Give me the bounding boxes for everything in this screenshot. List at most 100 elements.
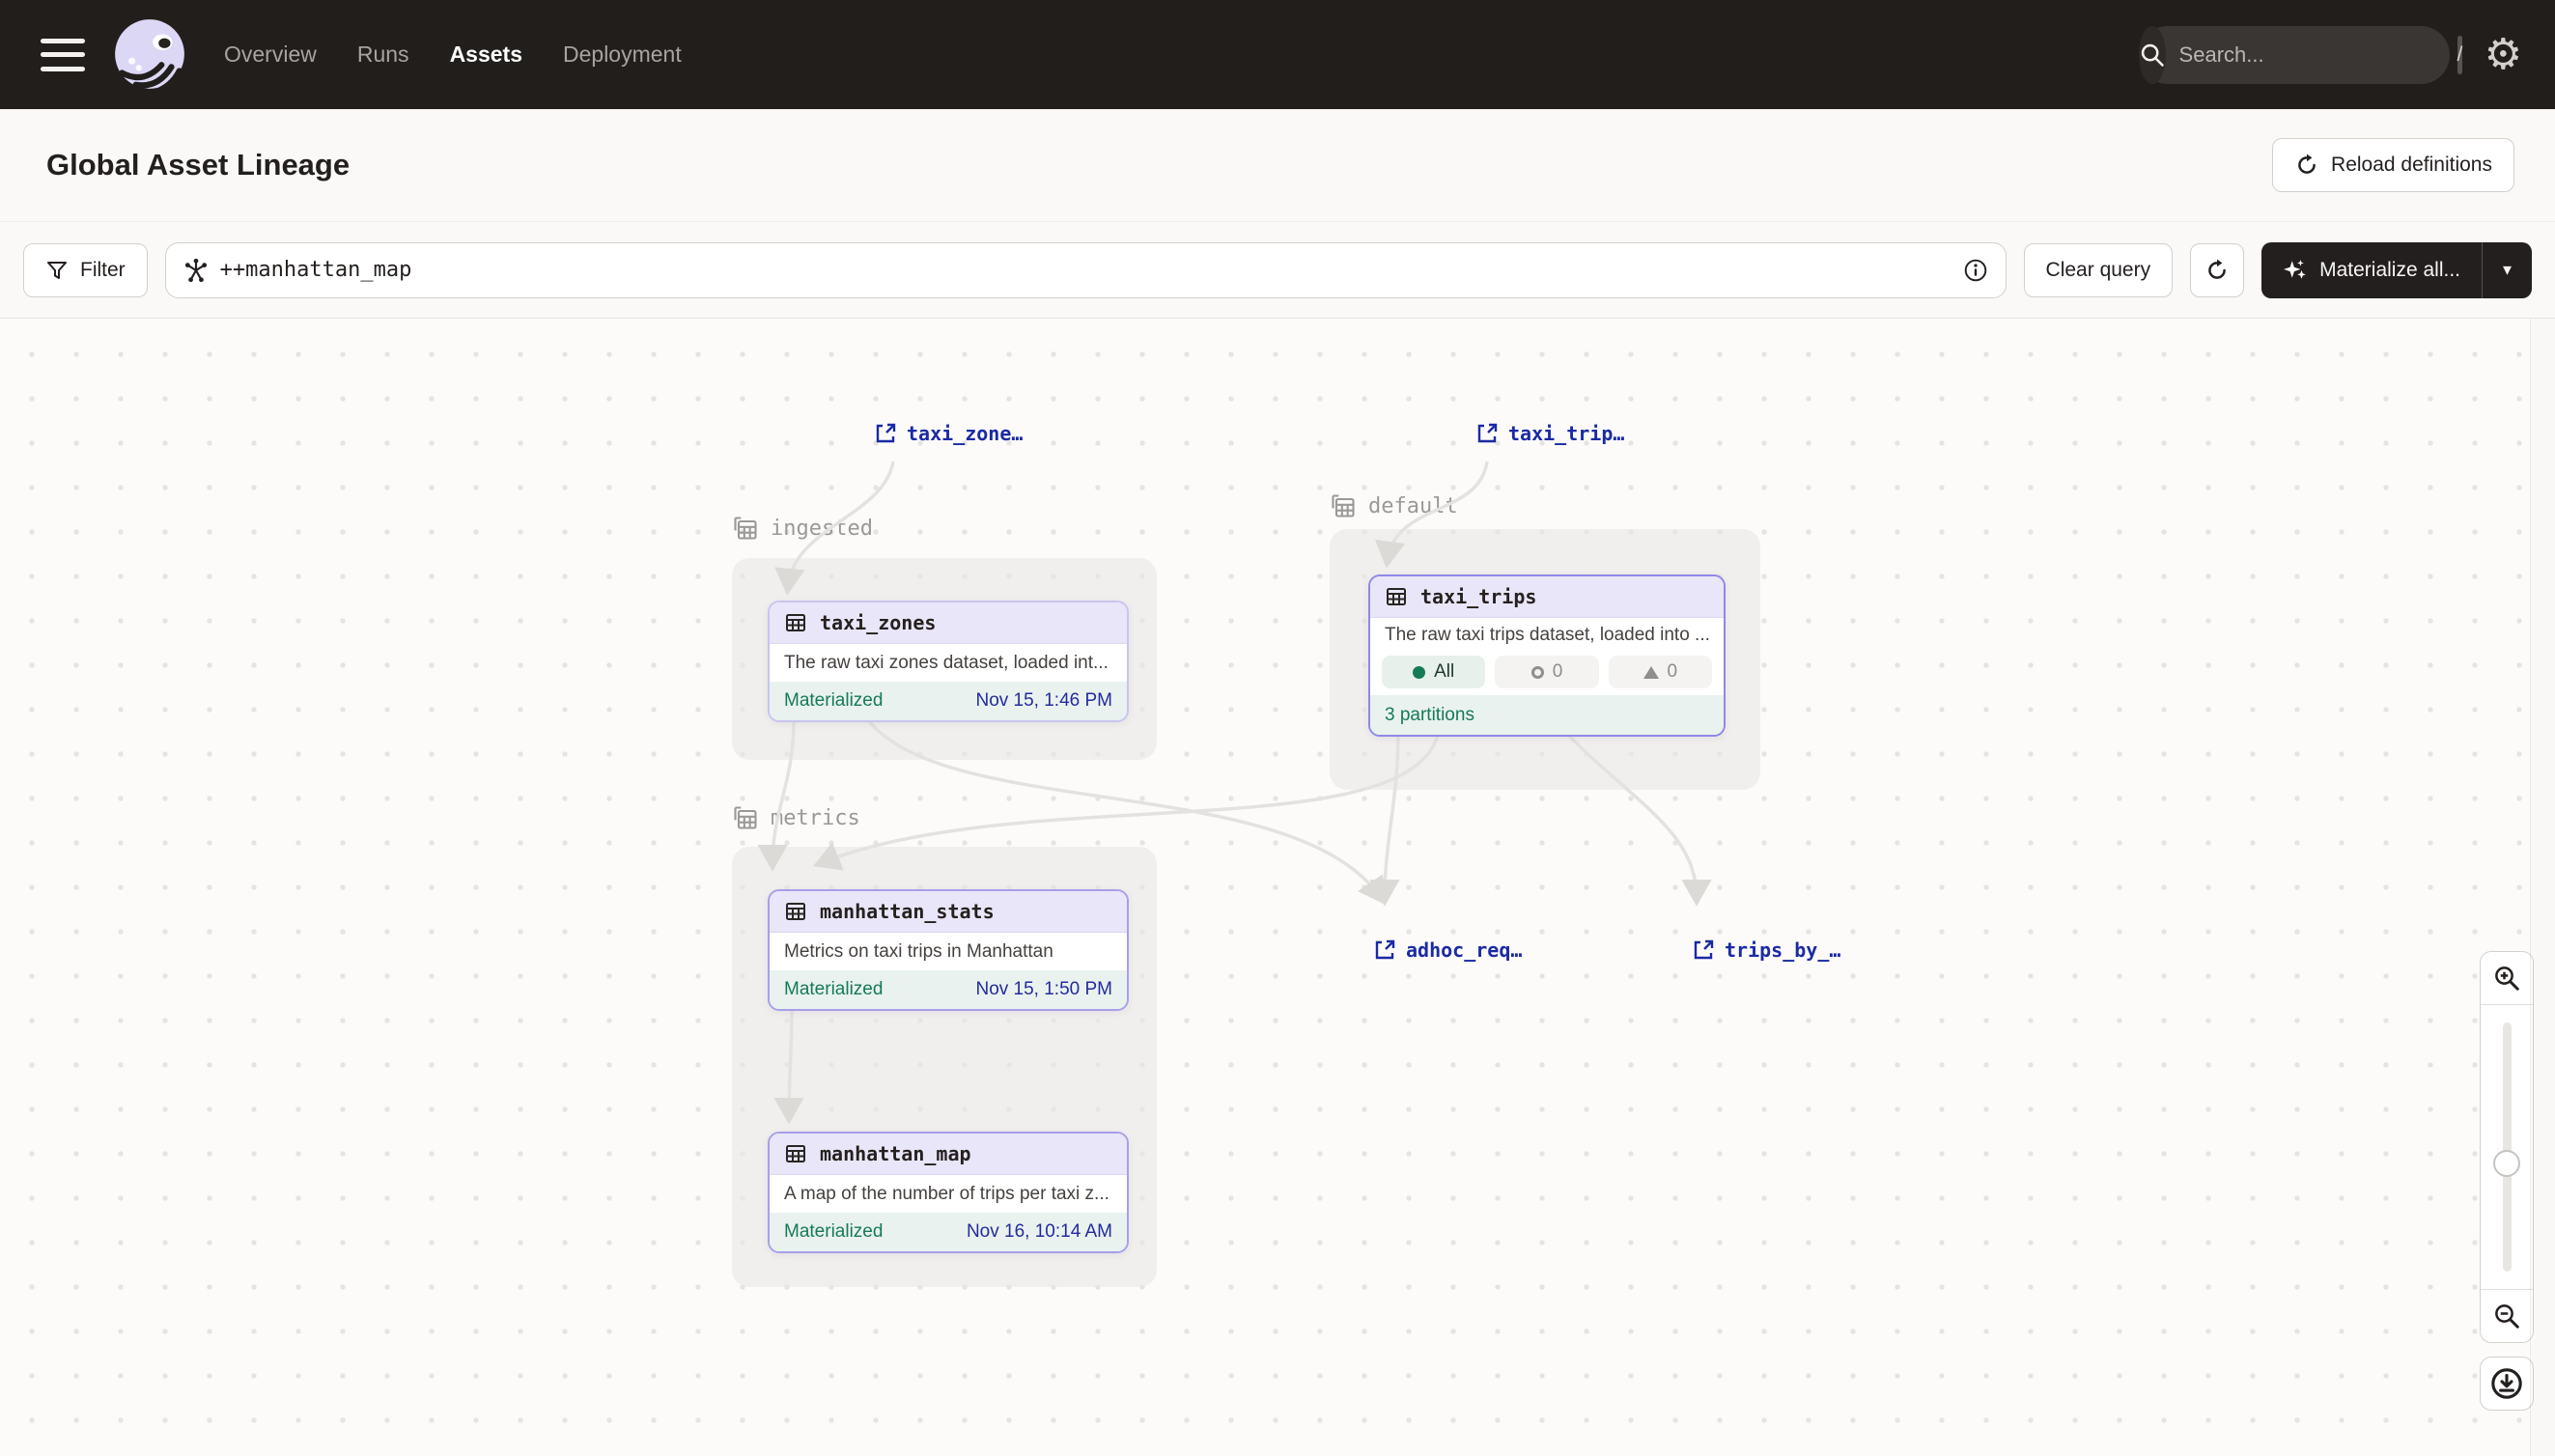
partition-health-row: All 0 0 <box>1370 653 1724 695</box>
zoom-slider-track[interactable] <box>2503 1022 2512 1272</box>
settings-gear-icon[interactable]: ⚙ <box>2485 34 2522 76</box>
partition-badge-label: All <box>1434 661 1454 683</box>
asset-node-taxi-zones[interactable]: taxi_zones The raw taxi zones dataset, l… <box>768 601 1129 722</box>
lineage-toolbar: Filter Clear query Materialize all... ▾ <box>0 222 2555 319</box>
asset-group-icon <box>1330 492 1357 519</box>
dagster-app: Overview Runs Assets Deployment / ⚙ Glob… <box>0 0 2555 1456</box>
external-link-icon <box>1475 422 1499 445</box>
external-asset-label: taxi_trip… <box>1508 422 1624 445</box>
lineage-edges <box>0 319 2555 1456</box>
reload-definitions-button[interactable]: Reload definitions <box>2272 138 2514 192</box>
zoom-slider[interactable] <box>2481 1004 2533 1290</box>
reload-icon <box>2294 153 2319 178</box>
materialization-timestamp[interactable]: Nov 15, 1:46 PM <box>975 690 1112 712</box>
materialize-dropdown-caret[interactable]: ▾ <box>2482 242 2532 298</box>
partition-badge-missing[interactable]: 0 <box>1495 656 1598 688</box>
external-link-icon <box>874 422 897 445</box>
zoom-out-button[interactable] <box>2481 1290 2533 1342</box>
page-header: Global Asset Lineage Reload definitions <box>0 109 2555 222</box>
clear-query-button[interactable]: Clear query <box>2024 243 2174 297</box>
group-label-metrics[interactable]: metrics <box>732 804 860 831</box>
filter-funnel-icon <box>45 259 69 282</box>
asset-name: manhattan_stats <box>820 900 995 923</box>
external-asset-adhoc-request[interactable]: adhoc_req… <box>1373 938 1522 962</box>
table-icon <box>784 900 807 923</box>
nav-item-deployment[interactable]: Deployment <box>563 42 682 68</box>
top-nav: Overview Runs Assets Deployment / ⚙ <box>0 0 2555 109</box>
nav-item-overview[interactable]: Overview <box>224 42 317 68</box>
materialize-all-label: Materialize all... <box>2319 259 2460 282</box>
status-badge: Materialized <box>784 690 883 712</box>
partitions-count[interactable]: 3 partitions <box>1385 705 1474 726</box>
search-icon <box>2139 26 2166 84</box>
external-link-icon <box>1373 938 1396 962</box>
nav-links: Overview Runs Assets Deployment <box>224 42 682 68</box>
external-asset-label: adhoc_req… <box>1406 938 1522 962</box>
asset-graph-icon <box>183 258 209 283</box>
global-search[interactable]: / <box>2139 26 2450 84</box>
filter-label: Filter <box>80 259 126 282</box>
asset-query-input[interactable] <box>220 258 1951 282</box>
asset-description: A map of the number of trips per taxi z.… <box>770 1175 1127 1213</box>
status-badge: Materialized <box>784 1221 883 1243</box>
external-asset-taxi-trip-file[interactable]: taxi_trip… <box>1475 422 1624 445</box>
refresh-graph-button[interactable] <box>2190 243 2244 297</box>
group-name: default <box>1368 494 1458 518</box>
partition-badge-all[interactable]: All <box>1382 656 1485 688</box>
zoom-controls <box>2480 951 2534 1343</box>
refresh-icon <box>2204 258 2230 283</box>
hamburger-menu-icon[interactable] <box>41 39 85 71</box>
canvas-scrollbar-gutter[interactable] <box>2530 319 2555 1456</box>
sparkle-icon <box>2283 258 2308 283</box>
search-input[interactable] <box>2166 42 2457 68</box>
group-label-ingested[interactable]: ingested <box>732 515 873 542</box>
asset-group-icon <box>732 515 759 542</box>
asset-node-manhattan-map[interactable]: manhattan_map A map of the number of tri… <box>768 1132 1129 1253</box>
group-name: metrics <box>771 806 860 830</box>
group-label-default[interactable]: default <box>1330 492 1458 519</box>
ring-icon <box>1531 666 1544 679</box>
download-circle-icon <box>2490 1367 2523 1400</box>
dagster-logo-icon[interactable] <box>110 15 189 95</box>
page-title: Global Asset Lineage <box>46 148 350 182</box>
asset-node-taxi-trips[interactable]: taxi_trips The raw taxi trips dataset, l… <box>1368 574 1726 737</box>
asset-name: taxi_trips <box>1420 585 1536 608</box>
lineage-canvas[interactable]: ingested default metrics <box>0 319 2555 1456</box>
asset-name: taxi_zones <box>820 611 936 634</box>
asset-description: Metrics on taxi trips in Manhattan <box>770 933 1127 970</box>
recenter-download-button[interactable] <box>2480 1357 2534 1411</box>
asset-node-manhattan-stats[interactable]: manhattan_stats Metrics on taxi trips in… <box>768 889 1129 1011</box>
materialize-all-button[interactable]: Materialize all... ▾ <box>2261 242 2532 298</box>
success-dot-icon <box>1413 666 1425 679</box>
zoom-in-button[interactable] <box>2481 952 2533 1004</box>
nav-item-assets[interactable]: Assets <box>450 42 522 68</box>
group-name: ingested <box>771 517 873 541</box>
asset-query-field[interactable] <box>165 242 2007 298</box>
partition-badge-label: 0 <box>1668 661 1678 683</box>
zoom-out-icon <box>2492 1302 2521 1330</box>
search-shortcut-key: / <box>2457 36 2463 74</box>
external-asset-label: taxi_zone… <box>907 422 1023 445</box>
external-asset-trips-by[interactable]: trips_by_… <box>1692 938 1840 962</box>
zoom-slider-handle[interactable] <box>2493 1150 2520 1177</box>
external-asset-label: trips_by_… <box>1725 938 1840 962</box>
asset-group-icon <box>732 804 759 831</box>
external-link-icon <box>1692 938 1715 962</box>
asset-name: manhattan_map <box>820 1142 971 1165</box>
zoom-in-icon <box>2492 964 2521 993</box>
reload-definitions-label: Reload definitions <box>2331 154 2492 177</box>
partition-badge-failed[interactable]: 0 <box>1609 656 1712 688</box>
nav-item-runs[interactable]: Runs <box>357 42 409 68</box>
query-info-icon[interactable] <box>1963 258 1988 283</box>
materialization-timestamp[interactable]: Nov 15, 1:50 PM <box>975 979 1112 1000</box>
table-icon <box>1385 585 1408 608</box>
asset-description: The raw taxi trips dataset, loaded into … <box>1370 618 1724 653</box>
filter-button[interactable]: Filter <box>23 243 148 297</box>
table-icon <box>784 611 807 634</box>
partition-badge-label: 0 <box>1553 661 1563 683</box>
warning-triangle-icon <box>1643 666 1659 679</box>
materialization-timestamp[interactable]: Nov 16, 10:14 AM <box>967 1221 1112 1243</box>
table-icon <box>784 1142 807 1165</box>
external-asset-taxi-zone-file[interactable]: taxi_zone… <box>874 422 1023 445</box>
status-badge: Materialized <box>784 979 883 1000</box>
